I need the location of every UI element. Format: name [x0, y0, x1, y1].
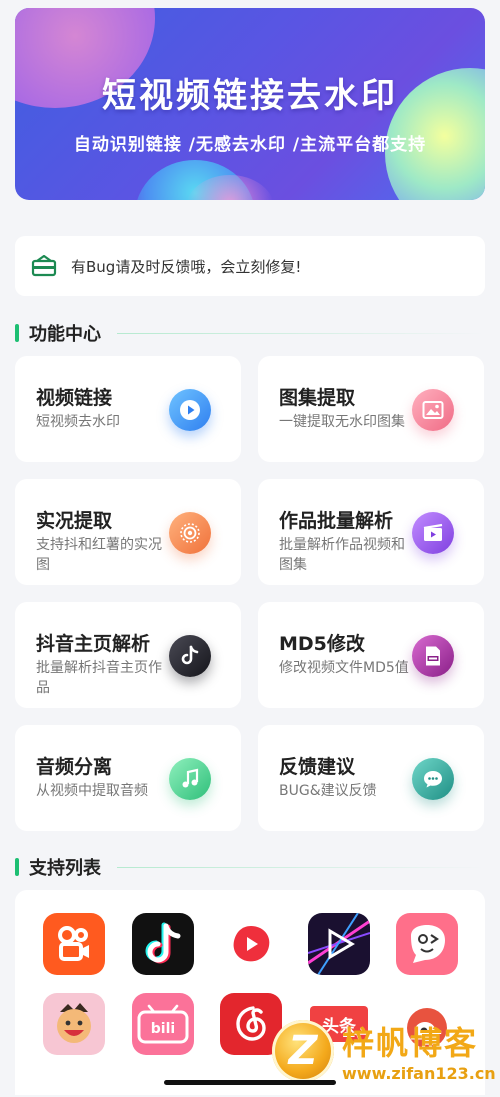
- zuiyou-app-icon[interactable]: [43, 993, 105, 1055]
- section-title: 功能中心: [29, 324, 101, 345]
- card-title: 视频链接: [36, 387, 113, 409]
- banner-title: 短视频链接去水印: [102, 76, 398, 116]
- music-note-icon: [169, 758, 211, 800]
- feature-card-video-link[interactable]: 视频链接 短视频去水印: [15, 356, 241, 462]
- chat-bubble-icon: [412, 758, 454, 800]
- card-title: 实况提取: [36, 510, 113, 532]
- card-title: 抖音主页解析: [36, 633, 151, 655]
- section-title: 支持列表: [29, 858, 101, 879]
- section-divider: [117, 332, 485, 334]
- watermark-title: 梓帆博客: [342, 1024, 479, 1062]
- section-header-support: 支持列表: [15, 854, 485, 880]
- kuaishou-app-icon[interactable]: [43, 913, 105, 975]
- card-title: MD5修改: [279, 633, 365, 655]
- feature-card-feedback[interactable]: 反馈建议 BUG&建议反馈: [258, 725, 484, 831]
- section-accent: [15, 858, 19, 876]
- card-title: 作品批量解析: [279, 510, 394, 532]
- site-watermark: Z 梓帆博客 www.zifan123.cn: [272, 1018, 496, 1083]
- live-photo-icon: [169, 512, 211, 554]
- feature-card-batch-parse[interactable]: 作品批量解析 批量解析作品视频和图集: [258, 479, 484, 585]
- banner-subtitle: 自动识别链接 /无感去水印 /主流平台都支持: [73, 135, 427, 155]
- feature-card-gallery-extract[interactable]: 图集提取 一键提取无水印图集: [258, 356, 484, 462]
- feature-card-live-extract[interactable]: 实况提取 支持抖和红薯的实况图: [15, 479, 241, 585]
- section-accent: [15, 324, 19, 342]
- bilibili-app-icon[interactable]: bili: [132, 993, 194, 1055]
- video-app-icon[interactable]: [308, 913, 370, 975]
- section-header-features: 功能中心: [15, 320, 485, 346]
- hero-banner: 短视频链接去水印 自动识别链接 /无感去水印 /主流平台都支持: [15, 8, 485, 200]
- section-divider: [117, 866, 485, 868]
- pipixia-app-icon[interactable]: [396, 913, 458, 975]
- announcement-icon: [31, 254, 57, 277]
- watermark-url: www.zifan123.cn: [342, 1064, 496, 1083]
- image-icon: [412, 389, 454, 431]
- card-desc: 修改视频文件MD5值: [279, 660, 409, 676]
- douyin-icon: [169, 635, 211, 677]
- card-desc: 从视频中提取音频: [36, 783, 148, 799]
- video-clip-icon: [412, 512, 454, 554]
- card-title: 音频分离: [36, 756, 113, 778]
- card-desc: BUG&建议反馈: [279, 783, 377, 799]
- notice-bar[interactable]: 有Bug请及时反馈哦，会立刻修复!: [15, 236, 485, 296]
- feature-card-douyin-profile[interactable]: 抖音主页解析 批量解析抖音主页作品: [15, 602, 241, 708]
- md5-file-icon: [412, 635, 454, 677]
- svg-text:bili: bili: [151, 1021, 175, 1037]
- home-indicator[interactable]: [164, 1080, 336, 1085]
- play-icon: [169, 389, 211, 431]
- douyin-app-icon[interactable]: [132, 913, 194, 975]
- card-desc: 一键提取无水印图集: [279, 414, 405, 430]
- feature-card-audio-extract[interactable]: 音频分离 从视频中提取音频: [15, 725, 241, 831]
- card-title: 反馈建议: [279, 756, 356, 778]
- card-desc: 批量解析作品视频和图集: [279, 537, 405, 573]
- card-desc: 短视频去水印: [36, 414, 120, 430]
- card-desc: 支持抖和红薯的实况图: [36, 537, 162, 573]
- notice-text: 有Bug请及时反馈哦，会立刻修复!: [71, 257, 302, 276]
- card-desc: 批量解析抖音主页作品: [36, 660, 162, 696]
- feature-card-md5-modify[interactable]: MD5修改 修改视频文件MD5值: [258, 602, 484, 708]
- card-title: 图集提取: [279, 387, 356, 409]
- weishi-app-icon[interactable]: [220, 913, 282, 975]
- watermark-logo: Z: [272, 1019, 334, 1082]
